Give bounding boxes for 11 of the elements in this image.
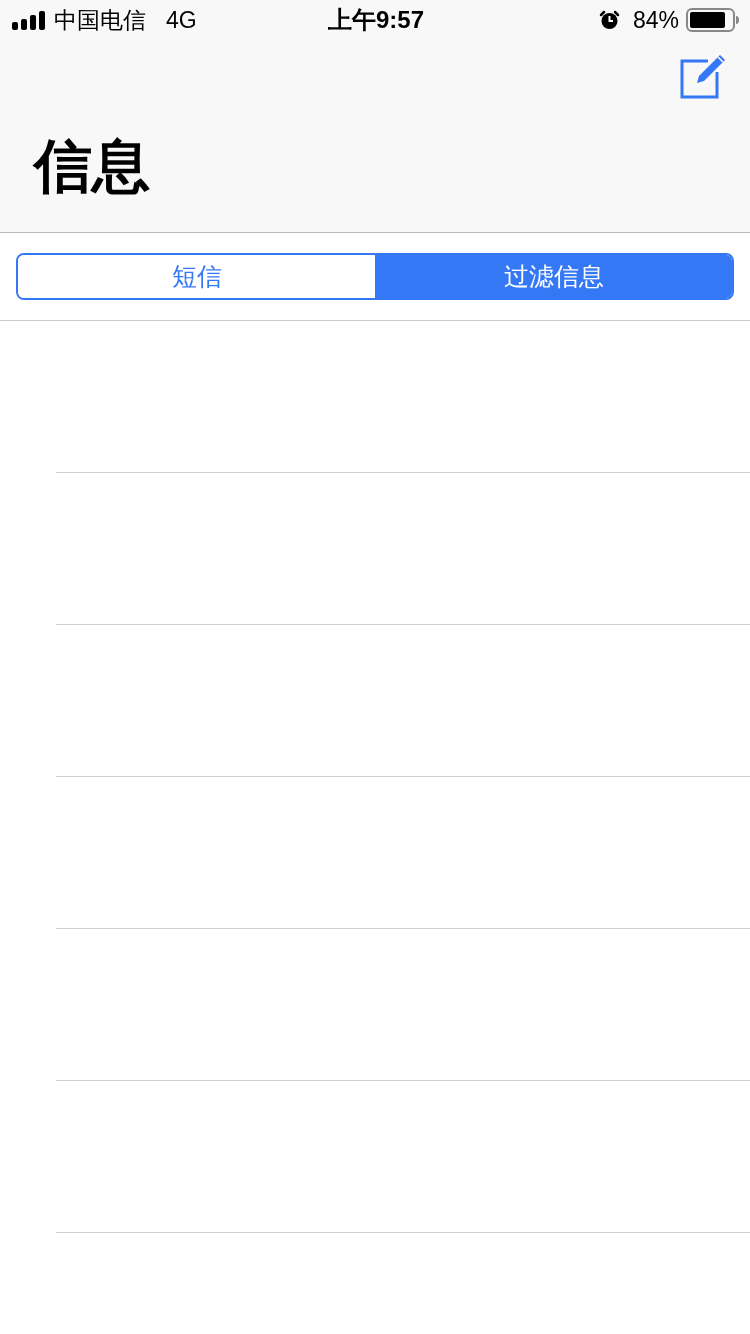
network-type: 4G (166, 6, 197, 34)
signal-icon (12, 10, 46, 30)
compose-icon (680, 52, 728, 100)
carrier-name: 中国电信 (54, 6, 146, 34)
alarm-clock-icon (598, 10, 620, 30)
status-time: 上午9:57 (327, 6, 424, 34)
segment-tab[interactable]: 过滤信息 (375, 255, 732, 298)
page-title: 信息 (34, 132, 150, 200)
battery-icon (686, 8, 740, 32)
battery-percent: 84% (632, 6, 679, 34)
compose-button[interactable] (680, 52, 728, 100)
